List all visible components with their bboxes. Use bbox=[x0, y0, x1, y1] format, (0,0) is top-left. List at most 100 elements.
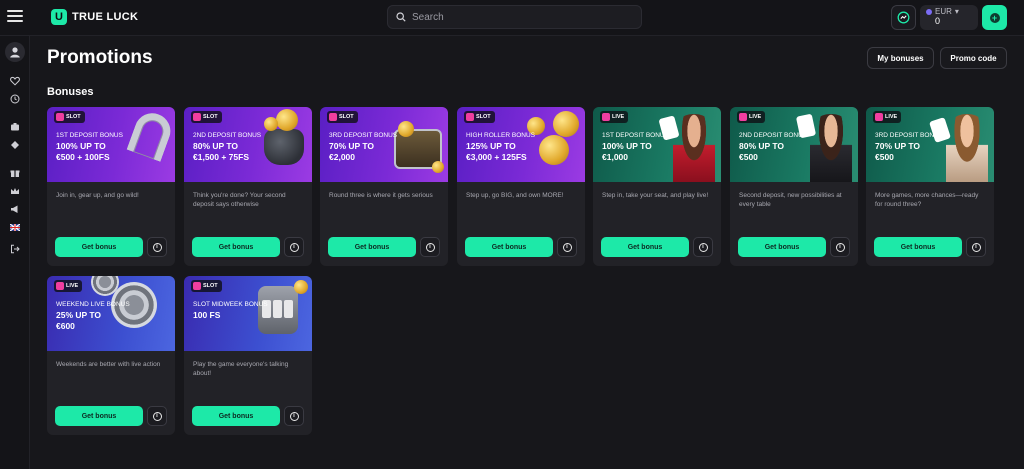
balance-amount: 0 bbox=[935, 16, 941, 26]
bonus-banner[interactable]: SLOT 3RD DEPOSIT BONUS 70% UP TO €2,000 bbox=[320, 107, 448, 182]
bonus-description: Play the game everyone's talking about! bbox=[193, 361, 289, 377]
bonus-banner[interactable]: SLOT HIGH ROLLER BONUS 125% UP TO €3,000 +… bbox=[457, 107, 585, 182]
chat-bubble-icon bbox=[897, 11, 910, 24]
bonus-card[interactable]: SLOT 3RD DEPOSIT BONUS 70% UP TO €2,000 Rou… bbox=[320, 107, 448, 266]
badge-icon bbox=[193, 113, 201, 121]
bonus-headline: 100 FS bbox=[193, 310, 221, 320]
info-button[interactable]: i bbox=[557, 237, 577, 257]
notifications-button[interactable] bbox=[891, 5, 916, 30]
category-badge: SLOT bbox=[191, 111, 222, 123]
search-bar[interactable] bbox=[387, 5, 642, 29]
banner-text: 1ST DEPOSIT BONUS 100% UP TO €1,000 bbox=[602, 132, 682, 163]
live-casino-icon[interactable] bbox=[8, 138, 22, 152]
bonus-kicker: SLOT MIDWEEK BONUS bbox=[193, 301, 268, 308]
bonus-banner[interactable]: LIVE 3RD DEPOSIT BONUS 70% UP TO €500 bbox=[866, 107, 994, 182]
get-bonus-button[interactable]: Get bonus bbox=[192, 406, 280, 426]
avatar-icon[interactable] bbox=[5, 42, 25, 62]
search-icon bbox=[396, 12, 406, 22]
category-badge: SLOT bbox=[464, 111, 495, 123]
coin-icon bbox=[294, 280, 308, 294]
bonus-banner[interactable]: LIVE 1ST DEPOSIT BONUS 100% UP TO €1,000 bbox=[593, 107, 721, 182]
uk-flag-icon[interactable] bbox=[8, 220, 22, 234]
bonus-card[interactable]: LIVE 2ND DEPOSIT BONUS 80% UP TO €500 Secon… bbox=[730, 107, 858, 266]
get-bonus-button[interactable]: Get bonus bbox=[328, 237, 416, 257]
info-button[interactable]: i bbox=[693, 237, 713, 257]
gift-icon[interactable] bbox=[8, 166, 22, 180]
casino-icon[interactable] bbox=[8, 120, 22, 134]
bonus-headline: 125% UP TO €3,000 + 125FS bbox=[466, 141, 527, 162]
info-button[interactable]: i bbox=[966, 237, 986, 257]
heart-icon[interactable] bbox=[8, 74, 22, 88]
get-bonus-button[interactable]: Get bonus bbox=[55, 237, 143, 257]
bonus-card[interactable]: LIVE 3RD DEPOSIT BONUS 70% UP TO €500 More … bbox=[866, 107, 994, 266]
get-bonus-button[interactable]: Get bonus bbox=[601, 237, 689, 257]
bonus-headline: 25% UP TO €600 bbox=[56, 310, 102, 331]
bonus-banner[interactable]: SLOT 1ST DEPOSIT BONUS 100% UP TO €500 + 1… bbox=[47, 107, 175, 182]
category-badge: SLOT bbox=[191, 280, 222, 292]
history-icon[interactable] bbox=[8, 92, 22, 106]
info-button[interactable]: i bbox=[420, 237, 440, 257]
badge-icon bbox=[193, 282, 201, 290]
crown-icon[interactable] bbox=[8, 184, 22, 198]
bonus-kicker: 3RD DEPOSIT BONUS bbox=[875, 132, 944, 139]
bonus-description: Second deposit, new possibilities at eve… bbox=[739, 192, 842, 208]
info-icon: i bbox=[425, 242, 435, 252]
currency-label: EUR bbox=[935, 7, 952, 16]
bonus-headline: 70% UP TO €2,000 bbox=[329, 141, 375, 162]
hamburger-menu-icon[interactable] bbox=[7, 10, 23, 24]
get-bonus-button[interactable]: Get bonus bbox=[192, 237, 280, 257]
badge-icon bbox=[875, 113, 883, 121]
megaphone-icon[interactable] bbox=[8, 202, 22, 216]
info-button[interactable]: i bbox=[147, 237, 167, 257]
info-button[interactable]: i bbox=[830, 237, 850, 257]
badge-label: SLOT bbox=[476, 114, 491, 120]
bonus-banner[interactable]: LIVE 2ND DEPOSIT BONUS 80% UP TO €500 bbox=[730, 107, 858, 182]
bonus-description: Weekends are better with live action bbox=[56, 361, 161, 368]
info-button[interactable]: i bbox=[147, 406, 167, 426]
bonus-card[interactable]: LIVE 1ST DEPOSIT BONUS 100% UP TO €1,000 St… bbox=[593, 107, 721, 266]
my-bonuses-button[interactable]: My bonuses bbox=[867, 47, 934, 69]
info-button[interactable]: i bbox=[284, 237, 304, 257]
bonus-headline: 80% UP TO €500 bbox=[739, 141, 785, 162]
badge-label: LIVE bbox=[66, 283, 79, 289]
logout-icon[interactable] bbox=[8, 242, 22, 256]
banner-text: 2ND DEPOSIT BONUS 80% UP TO €1,500 + 75FS bbox=[193, 132, 273, 163]
bonus-description: Step up, go BIG, and own MORE! bbox=[466, 192, 564, 199]
get-bonus-button[interactable]: Get bonus bbox=[465, 237, 553, 257]
currency-dot-icon bbox=[926, 8, 932, 15]
bonus-kicker: HIGH ROLLER BONUS bbox=[466, 132, 535, 139]
bonus-card[interactable]: SLOT 1ST DEPOSIT BONUS 100% UP TO €500 + 1… bbox=[47, 107, 175, 266]
bonus-card[interactable]: SLOT 2ND DEPOSIT BONUS 80% UP TO €1,500 + … bbox=[184, 107, 312, 266]
bonus-card[interactable]: SLOT SLOT MIDWEEK BONUS 100 FS Play the gam… bbox=[184, 276, 312, 435]
bonus-description: Round three is where it gets serious bbox=[329, 192, 433, 199]
bonus-kicker: 1ST DEPOSIT BONUS bbox=[56, 132, 123, 139]
info-icon: i bbox=[562, 242, 572, 252]
coin-icon bbox=[553, 111, 579, 137]
currency-selector[interactable]: EUR ▾ bbox=[926, 7, 972, 16]
search-input[interactable] bbox=[412, 11, 632, 23]
page-title: Promotions bbox=[47, 47, 153, 68]
wallet-balance[interactable]: EUR ▾ 0 bbox=[920, 5, 978, 30]
info-icon: i bbox=[289, 411, 299, 421]
bonus-kicker: 2ND DEPOSIT BONUS bbox=[193, 132, 262, 139]
plus-icon: + bbox=[989, 12, 1000, 23]
caret-down-icon: ▾ bbox=[954, 7, 959, 16]
bonus-banner[interactable]: LIVE WEEKEND LIVE BONUS 25% UP TO €600 bbox=[47, 276, 175, 351]
promo-code-button[interactable]: Promo code bbox=[940, 47, 1007, 69]
logo[interactable]: U TRUE LUCK bbox=[51, 9, 138, 25]
coin-icon bbox=[432, 161, 444, 173]
get-bonus-button[interactable]: Get bonus bbox=[55, 406, 143, 426]
section-title-bonuses: Bonuses bbox=[47, 86, 94, 98]
badge-label: SLOT bbox=[66, 114, 81, 120]
bonus-kicker: 1ST DEPOSIT BONUS bbox=[602, 132, 669, 139]
deposit-button[interactable]: + bbox=[982, 5, 1007, 30]
bonus-headline: 100% UP TO €500 + 100FS bbox=[56, 141, 110, 162]
bonus-banner[interactable]: SLOT SLOT MIDWEEK BONUS 100 FS bbox=[184, 276, 312, 351]
get-bonus-button[interactable]: Get bonus bbox=[874, 237, 962, 257]
bonus-banner[interactable]: SLOT 2ND DEPOSIT BONUS 80% UP TO €1,500 + … bbox=[184, 107, 312, 182]
bonus-headline: 100% UP TO €1,000 bbox=[602, 141, 652, 162]
get-bonus-button[interactable]: Get bonus bbox=[738, 237, 826, 257]
info-button[interactable]: i bbox=[284, 406, 304, 426]
bonus-card[interactable]: LIVE WEEKEND LIVE BONUS 25% UP TO €600 Week… bbox=[47, 276, 175, 435]
bonus-card[interactable]: SLOT HIGH ROLLER BONUS 125% UP TO €3,000 +… bbox=[457, 107, 585, 266]
